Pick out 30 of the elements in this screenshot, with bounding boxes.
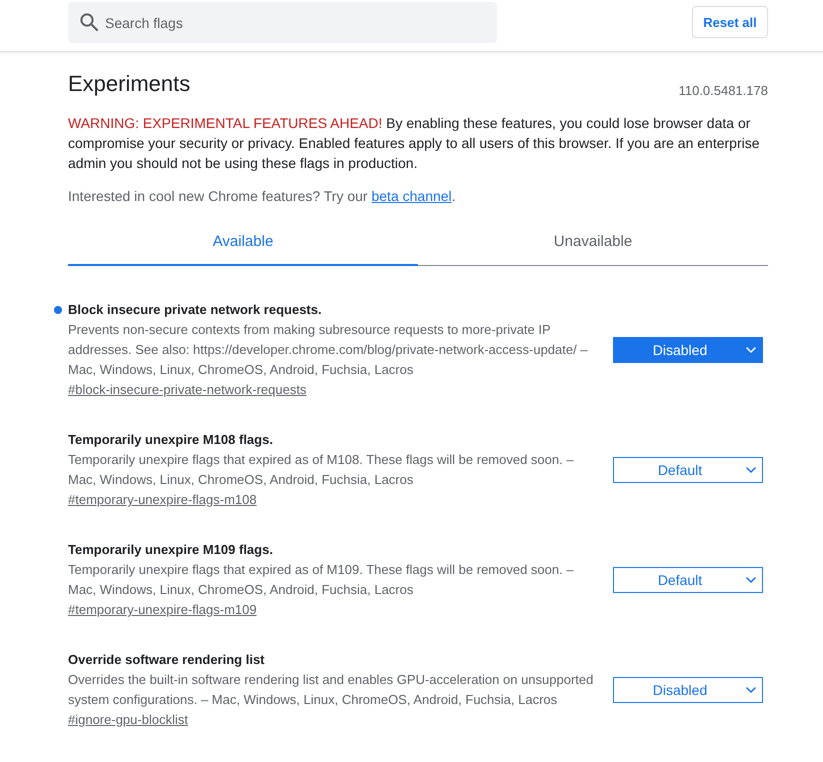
flag-description: Overrides the built-in software rendering list and enables GPU-acceleration on unsupported system configurations. – Mac, Windows, Linux, ChromeOS, Android, Fuchsia, Lacros — [68, 671, 594, 709]
chevron-down-icon — [746, 577, 756, 583]
flag-anchor-link[interactable]: #temporary-unexpire-flags-m109 — [68, 602, 257, 617]
version-text: 110.0.5481.178 — [678, 82, 768, 100]
tab[interactable]: Unavailable — [418, 218, 768, 266]
chevron-down-icon — [746, 687, 756, 693]
chevron-down-icon — [746, 347, 756, 353]
flag-description: Temporarily unexpire flags that expired as of M109. These flags will be removed soon. – Mac, Windows, Linux, ChromeOS, Android, Fuchsia, Lacros — [68, 561, 575, 599]
page-title: Experiments — [68, 70, 190, 98]
flag-state-dropdown[interactable]: Default — [613, 457, 763, 483]
tab[interactable]: Available — [68, 218, 418, 266]
flag-anchor-link[interactable]: #block-insecure-private-network-requests — [68, 382, 306, 397]
search-field[interactable]: Search flags — [68, 2, 497, 43]
flag-description: Temporarily unexpire flags that expired as of M108. These flags will be removed soon. – Mac, Windows, Linux, ChromeOS, Android, Fuchsia, Lacros — [68, 451, 575, 489]
search-icon — [80, 13, 98, 31]
flag-anchor-link[interactable]: #ignore-gpu-blocklist — [68, 712, 188, 727]
flag-state-dropdown[interactable]: Disabled — [613, 337, 763, 363]
flag-title: Temporarily unexpire M109 flags. — [68, 541, 273, 559]
flag-state-dropdown[interactable]: Disabled — [613, 677, 763, 703]
flag-anchor-link[interactable]: #temporary-unexpire-flags-m108 — [68, 492, 257, 507]
flag-title: Block insecure private network requests. — [68, 301, 322, 319]
warning-text: WARNING: EXPERIMENTAL FEATURES AHEAD! By enabling these features, you could lose browser data or compromise your security or privacy. Enabled features apply to all users of this browser. If you are an enterprise admin you should not be using these flags in production. — [68, 114, 761, 173]
reset-all-button[interactable]: Reset all — [692, 6, 768, 38]
flag-title: Override software rendering list — [68, 651, 265, 669]
flag-state-dropdown[interactable]: Default — [613, 567, 763, 593]
flag-description: Prevents non-secure contexts from making subresource requests to more-private IP addresses. See also: https://developer.chrome.com/blog/private-network-access-update/ – Mac, Windows, Linux, ChromeOS, Android, Fuchsia, Lacros — [68, 321, 589, 379]
promo-text: Interested in cool new Chrome features? Try our beta channel. — [68, 187, 457, 206]
flag-title: Temporarily unexpire M108 flags. — [68, 431, 273, 449]
chevron-down-icon — [746, 467, 756, 473]
beta-channel-link[interactable]: beta channel — [371, 188, 452, 204]
